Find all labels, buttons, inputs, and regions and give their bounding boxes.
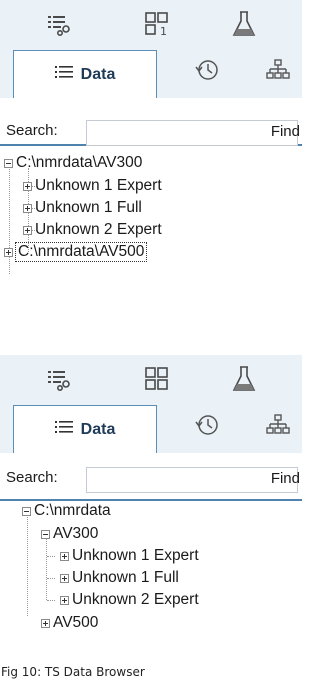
svg-text:1: 1 [160,25,167,37]
expand-icon[interactable] [23,225,32,235]
search-row: Search: Find [0,466,302,494]
tab-history[interactable] [188,403,228,451]
data-browser-panel-1: 1 Data Search: Find C:\nmrdata\AV300 Unk… [0,0,302,318]
tab-history[interactable] [188,48,228,96]
figure-caption: Fig 10: TS Data Browser [1,665,145,679]
expand-icon[interactable] [60,573,69,583]
search-label: Search: [6,122,58,139]
data-tree: C:\nmrdata AV300 Unknown 1 Expert Unknow… [0,496,302,646]
toolbar [0,355,302,403]
search-row: Search: Find [0,119,302,147]
search-input[interactable] [86,467,298,493]
tab-data-label: Data [80,65,116,83]
tab-bar: Data [0,403,302,501]
find-button[interactable]: Find [271,470,300,487]
steps-icon[interactable] [42,8,78,40]
collapse-icon[interactable] [4,158,13,168]
expand-icon[interactable] [23,181,32,191]
tree-node[interactable]: AV300 [41,523,98,545]
flask-icon[interactable] [226,8,262,40]
tree-node-label: AV500 [53,614,99,631]
data-tree: C:\nmrdata\AV300 Unknown 1 Expert Unknow… [0,148,302,278]
history-icon [195,413,221,442]
collapse-icon[interactable] [22,506,31,516]
tab-bar: Data [0,48,302,146]
tree-node-label: C:\nmrdata\AV300 [16,154,143,171]
find-button[interactable]: Find [271,123,300,140]
tab-data[interactable]: Data [13,50,157,98]
flask-icon[interactable] [226,363,262,395]
data-browser-panel-2: Data Search: Find C:\nmrdata AV300 Unkno… [0,355,302,655]
list-icon [54,420,73,439]
tree-node[interactable]: Unknown 1 Full [60,567,179,589]
tree-node[interactable]: Unknown 1 Expert [23,175,162,197]
history-icon [195,58,221,87]
tree-node-root[interactable]: C:\nmrdata [22,500,111,522]
expand-icon[interactable] [60,551,69,561]
search-input[interactable] [86,120,298,146]
layout-icon[interactable] [139,363,175,395]
tree-node-label: C:\nmrdata [34,502,111,519]
tree-node-root[interactable]: C:\nmrdata\AV300 [4,152,142,174]
toolbar: 1 [0,0,302,48]
expand-icon[interactable] [23,203,32,213]
hierarchy-icon [266,58,290,87]
list-icon [54,65,73,84]
tree-node-label: Unknown 1 Full [35,199,142,216]
tree-node-label: AV300 [53,525,99,542]
tree-node[interactable]: Unknown 1 Full [23,197,142,219]
tab-hierarchy[interactable] [258,403,298,451]
tree-node-label: C:\nmrdata\AV500 [14,242,148,262]
tree-node-root[interactable]: C:\nmrdata\AV500 [4,241,148,263]
tab-hierarchy[interactable] [258,48,298,96]
expand-icon[interactable] [60,595,69,605]
collapse-icon[interactable] [41,529,50,539]
tree-node[interactable]: Unknown 1 Expert [60,545,199,567]
tree-node[interactable]: Unknown 2 Expert [60,589,199,611]
hierarchy-icon [266,413,290,442]
tree-node-label: Unknown 2 Expert [35,221,162,238]
search-label: Search: [6,469,58,486]
tree-node-label: Unknown 1 Expert [35,177,162,194]
steps-icon[interactable] [42,363,78,395]
tree-node-label: Unknown 2 Expert [72,591,199,608]
tree-node-label: Unknown 1 Full [72,569,179,586]
tree-node-label: Unknown 1 Expert [72,547,199,564]
layout-icon[interactable]: 1 [139,8,175,40]
tree-node[interactable]: Unknown 2 Expert [23,219,162,241]
tree-node[interactable]: AV500 [41,612,98,634]
expand-icon[interactable] [4,247,13,257]
tab-data-label: Data [80,420,116,438]
tab-data[interactable]: Data [13,405,157,453]
expand-icon[interactable] [41,618,50,628]
